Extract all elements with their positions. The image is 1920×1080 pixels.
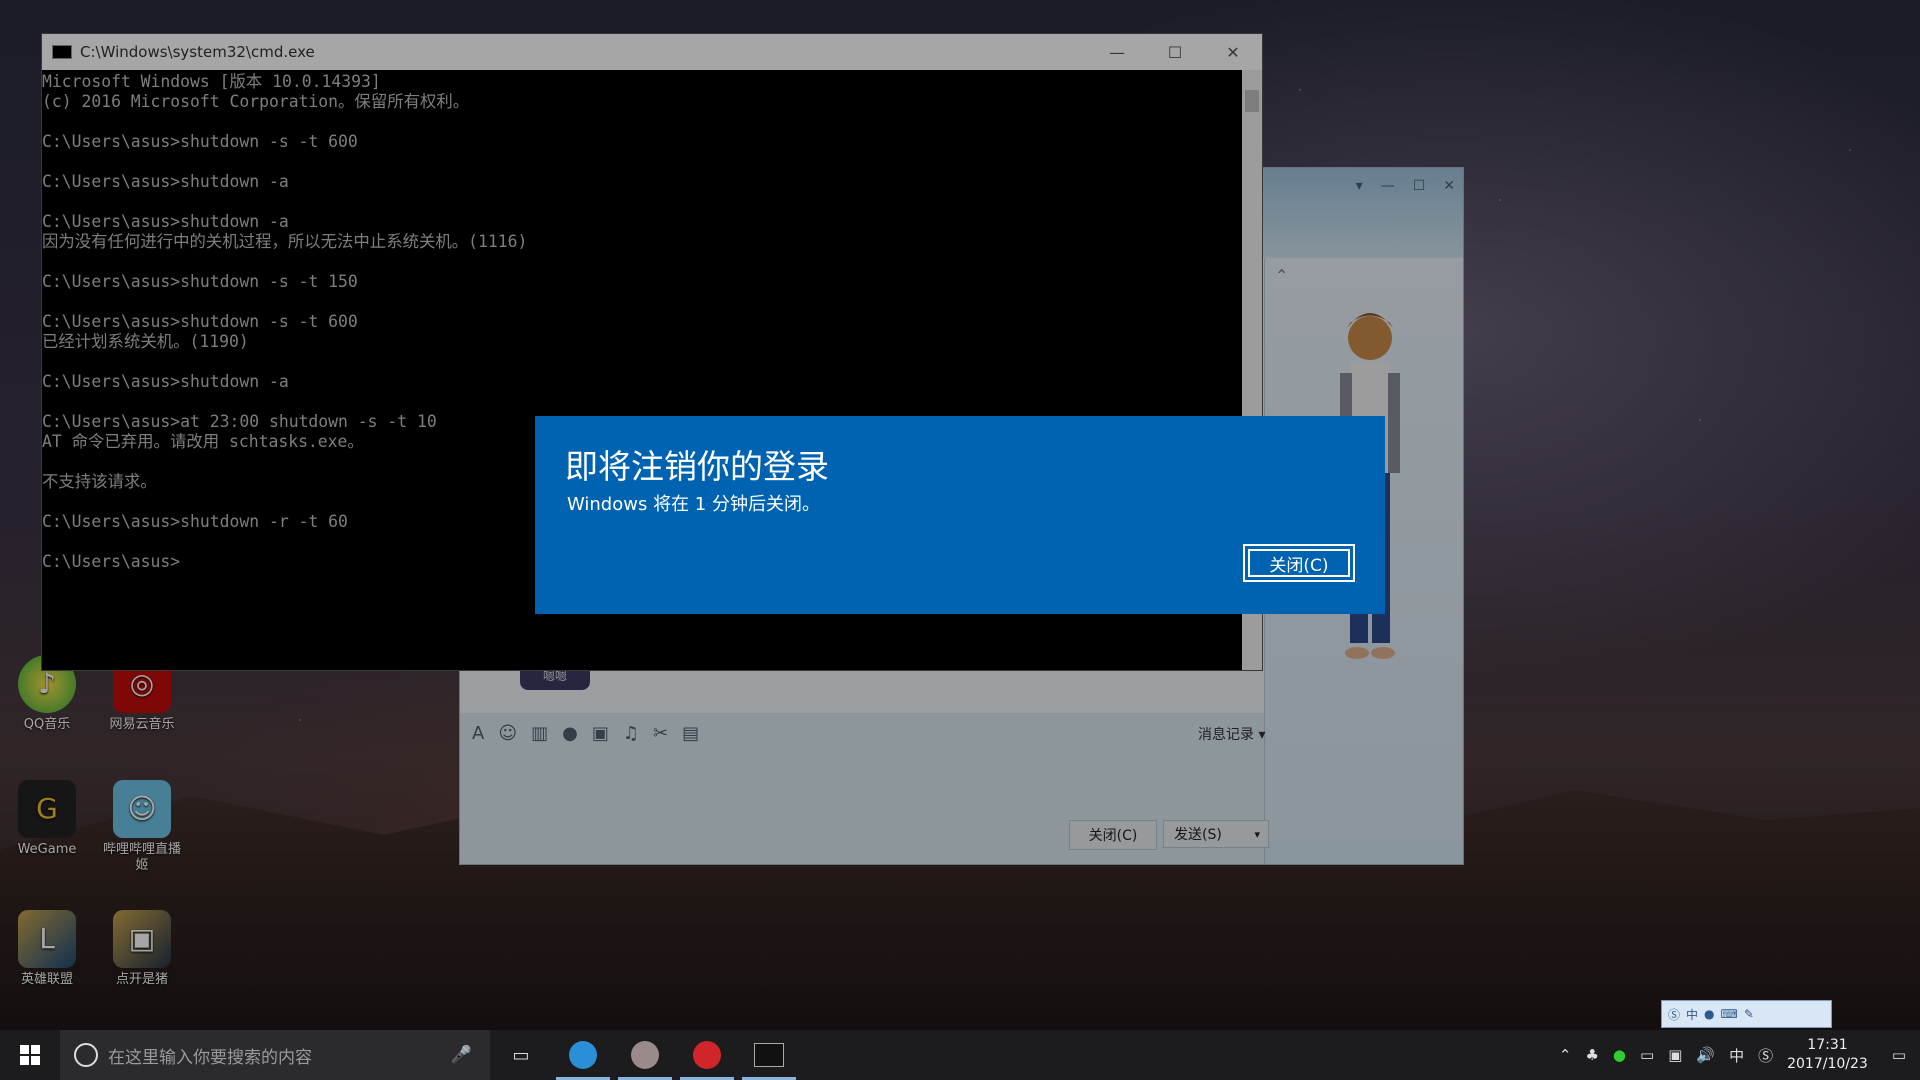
microphone-icon[interactable]: 🎤 [451,1045,472,1065]
browser-icon [631,1041,659,1069]
ime-logo-icon: Ⓢ [1668,1007,1681,1022]
taskbar-app-qq[interactable] [552,1030,614,1080]
qq-icon [569,1041,597,1069]
taskbar-app-cmd[interactable] [738,1030,800,1080]
clock[interactable]: 17:31 2017/10/23 [1787,1036,1868,1074]
netease-icon [693,1041,721,1069]
ime-toolbar[interactable]: Ⓢ 中 ● ⌨ ✎ [1661,1000,1832,1028]
ime-punct-icon[interactable]: ● [1704,1007,1714,1021]
logoff-dialog: 即将注销你的登录 Windows 将在 1 分钟后关闭。 关闭(C) [535,416,1385,614]
clock-time: 17:31 [1807,1037,1848,1053]
cortana-icon [74,1043,98,1067]
show-hidden-icons[interactable]: ⌃ [1559,1046,1572,1064]
network-icon[interactable]: ▣ [1668,1046,1682,1064]
search-placeholder: 在这里输入你要搜索的内容 [108,1047,312,1068]
cmd-taskbar-icon [754,1043,784,1067]
windows-icon [20,1045,40,1065]
system-tray: ⌃ ♣ ● ▭ ▣ 🔊 中 Ⓢ 17:31 2017/10/23 ▭ [1559,1030,1920,1080]
taskbar-search[interactable]: 在这里输入你要搜索的内容 🎤 [60,1030,490,1080]
input-language[interactable]: 中 [1729,1045,1744,1066]
dialog-close-label: 关闭(C) [1245,546,1353,580]
dialog-close-button[interactable]: 关闭(C) [1243,544,1355,582]
tray-wechat-icon[interactable]: ● [1613,1046,1626,1064]
clock-date: 2017/10/23 [1787,1056,1868,1072]
action-center-icon[interactable]: ▭ [1892,1046,1906,1064]
taskbar-app-chrome[interactable] [614,1030,676,1080]
task-view-icon: ▭ [512,1044,530,1066]
taskbar: 在这里输入你要搜索的内容 🎤 ▭ ⌃ ♣ ● ▭ ▣ 🔊 中 Ⓢ 17:31 2… [0,1030,1920,1080]
dialog-title: 即将注销你的登录 [565,447,829,486]
taskbar-app-netease[interactable] [676,1030,738,1080]
dialog-message: Windows 将在 1 分钟后关闭。 [567,494,820,515]
ime-mode[interactable]: 中 [1686,1006,1698,1023]
sogou-icon[interactable]: Ⓢ [1758,1045,1773,1066]
volume-icon[interactable]: 🔊 [1696,1046,1715,1064]
start-button[interactable] [0,1030,60,1080]
ime-keyboard-icon[interactable]: ⌨ [1721,1007,1738,1021]
tray-app-icon[interactable]: ♣ [1585,1046,1598,1064]
ime-settings-icon[interactable]: ✎ [1744,1007,1754,1021]
battery-icon[interactable]: ▭ [1640,1046,1654,1064]
task-view-button[interactable]: ▭ [490,1030,552,1080]
